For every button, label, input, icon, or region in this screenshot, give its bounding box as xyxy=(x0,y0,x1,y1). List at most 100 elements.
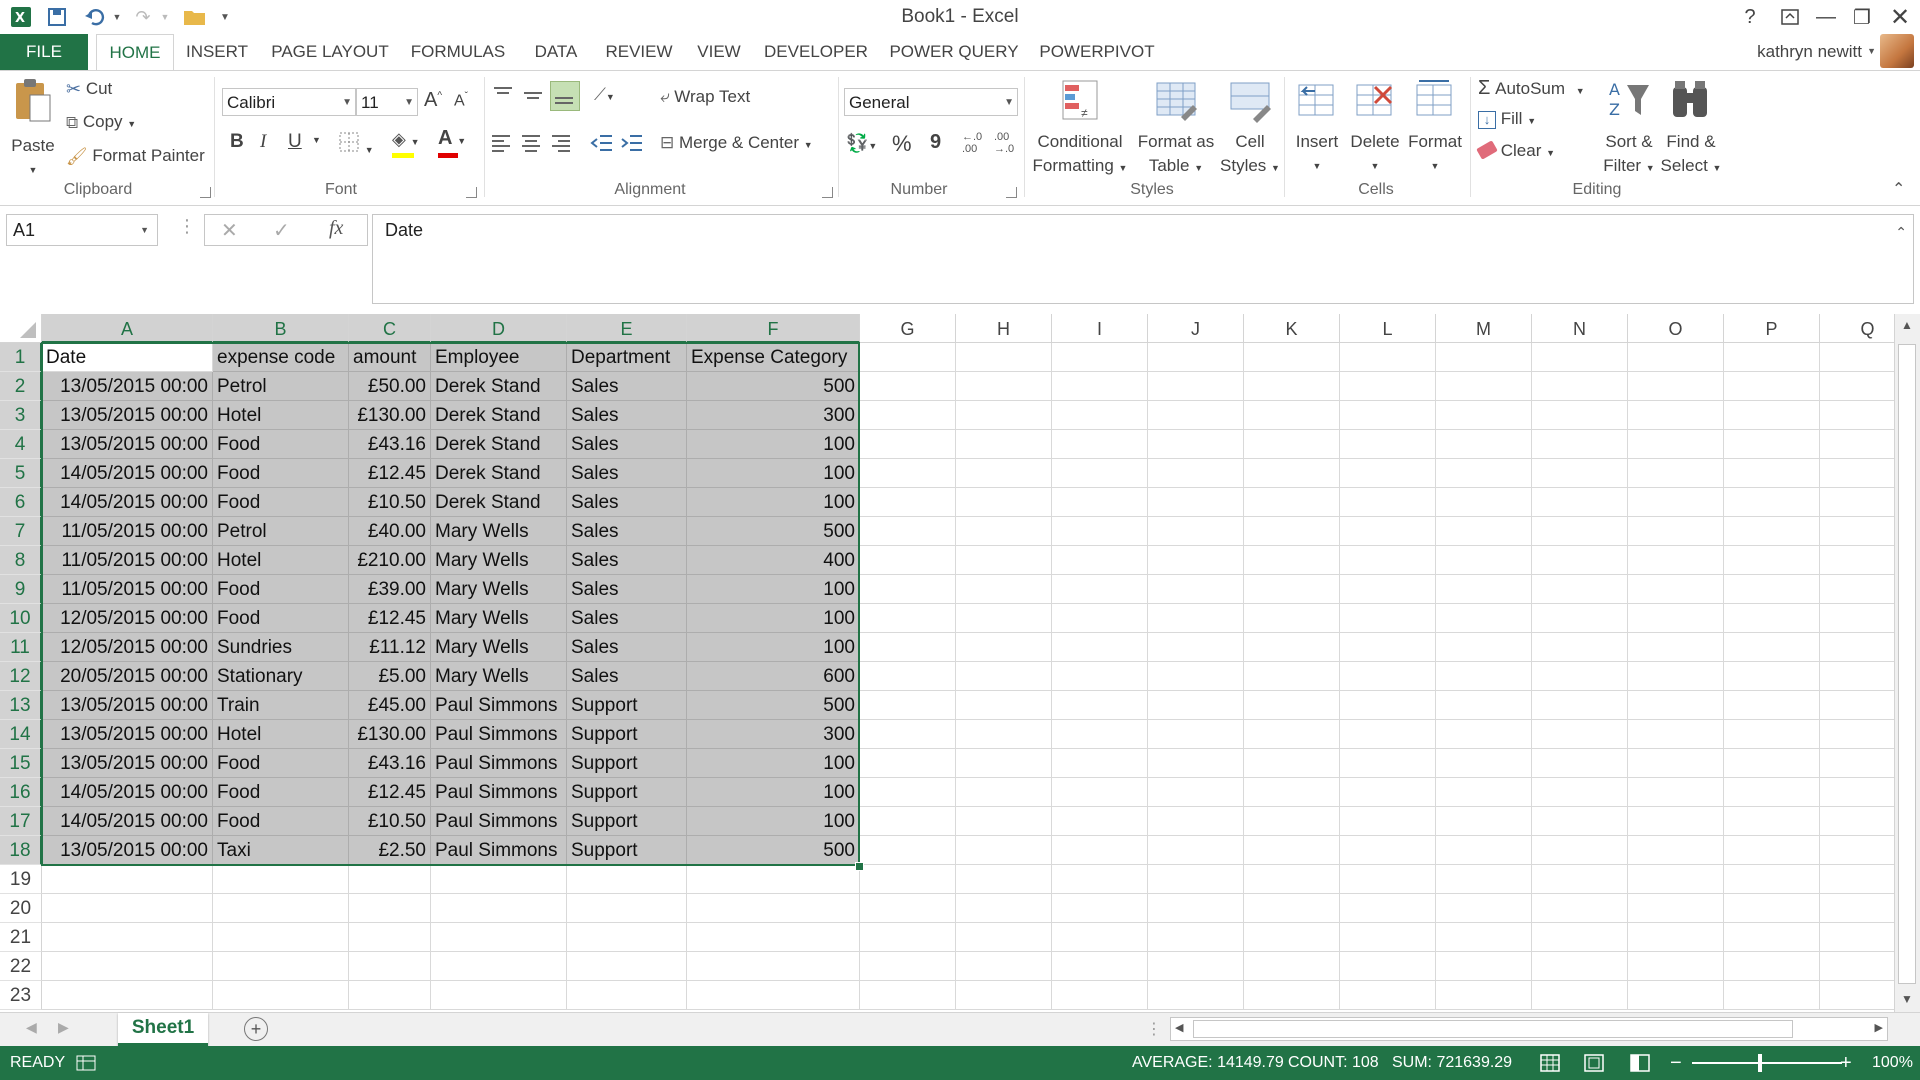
empty-cell[interactable] xyxy=(1436,343,1532,372)
table-cell[interactable]: Derek Stand xyxy=(431,372,567,401)
table-cell[interactable]: £12.45 xyxy=(349,604,431,633)
empty-cell[interactable] xyxy=(1628,633,1724,662)
empty-cell[interactable] xyxy=(431,865,567,894)
percent-button[interactable]: % xyxy=(892,131,912,157)
table-cell[interactable]: 500 xyxy=(687,836,860,865)
format-painter-button[interactable]: 🖌 Format Painter xyxy=(66,146,205,167)
table-cell[interactable]: Petrol xyxy=(213,372,349,401)
empty-cell[interactable] xyxy=(1148,430,1244,459)
empty-cell[interactable] xyxy=(431,894,567,923)
table-cell[interactable]: Sales xyxy=(567,372,687,401)
table-cell[interactable]: £43.16 xyxy=(349,749,431,778)
column-header-d[interactable]: D xyxy=(431,314,567,343)
align-center-button[interactable] xyxy=(520,133,542,158)
empty-cell[interactable] xyxy=(687,923,860,952)
empty-cell[interactable] xyxy=(1724,488,1820,517)
table-cell[interactable]: 13/05/2015 00:00 xyxy=(42,430,213,459)
grow-font-button[interactable]: A^ xyxy=(424,89,442,112)
table-cell[interactable]: Support xyxy=(567,720,687,749)
empty-cell[interactable] xyxy=(1244,343,1340,372)
empty-cell[interactable] xyxy=(860,836,956,865)
empty-cell[interactable] xyxy=(1436,488,1532,517)
empty-cell[interactable] xyxy=(1148,343,1244,372)
empty-cell[interactable] xyxy=(1532,836,1628,865)
table-cell[interactable]: 100 xyxy=(687,778,860,807)
table-cell[interactable]: Sales xyxy=(567,546,687,575)
cell-styles-button[interactable]: Cell Styles ▼ xyxy=(1218,77,1282,180)
row-header-15[interactable]: 15 xyxy=(0,749,42,778)
empty-cell[interactable] xyxy=(1148,691,1244,720)
empty-cell[interactable] xyxy=(1628,836,1724,865)
help-icon[interactable]: ? xyxy=(1732,2,1768,32)
table-cell[interactable]: Paul Simmons xyxy=(431,778,567,807)
empty-cell[interactable] xyxy=(1724,372,1820,401)
autosum-button[interactable]: Σ AutoSum ▼ xyxy=(1478,77,1585,100)
accounting-format-button[interactable]: 💱▼ xyxy=(846,133,877,154)
comma-style-button[interactable]: 9 xyxy=(930,131,941,154)
empty-cell[interactable] xyxy=(1436,633,1532,662)
empty-cell[interactable] xyxy=(1532,662,1628,691)
empty-cell[interactable] xyxy=(1820,546,1894,575)
empty-cell[interactable] xyxy=(1532,430,1628,459)
empty-cell[interactable] xyxy=(1532,633,1628,662)
empty-cell[interactable] xyxy=(1340,372,1436,401)
empty-cell[interactable] xyxy=(1148,401,1244,430)
table-cell[interactable]: Taxi xyxy=(213,836,349,865)
empty-cell[interactable] xyxy=(1724,343,1820,372)
empty-cell[interactable] xyxy=(956,575,1052,604)
empty-cell[interactable] xyxy=(1244,633,1340,662)
empty-cell[interactable] xyxy=(1436,923,1532,952)
empty-cell[interactable] xyxy=(1628,575,1724,604)
empty-cell[interactable] xyxy=(1340,488,1436,517)
empty-cell[interactable] xyxy=(567,952,687,981)
empty-cell[interactable] xyxy=(1532,488,1628,517)
empty-cell[interactable] xyxy=(42,952,213,981)
empty-cell[interactable] xyxy=(1148,662,1244,691)
formula-input[interactable]: Date ⌃ xyxy=(372,214,1914,304)
table-cell[interactable]: Mary Wells xyxy=(431,546,567,575)
empty-cell[interactable] xyxy=(1820,865,1894,894)
empty-cell[interactable] xyxy=(956,546,1052,575)
empty-cell[interactable] xyxy=(860,720,956,749)
empty-cell[interactable] xyxy=(1052,720,1148,749)
empty-cell[interactable] xyxy=(1628,981,1724,1010)
column-header-b[interactable]: B xyxy=(213,314,349,343)
empty-cell[interactable] xyxy=(1148,517,1244,546)
column-header-k[interactable]: K xyxy=(1244,314,1340,343)
empty-cell[interactable] xyxy=(431,981,567,1010)
italic-button[interactable]: I xyxy=(260,131,266,153)
column-header-a[interactable]: A xyxy=(42,314,213,343)
empty-cell[interactable] xyxy=(956,430,1052,459)
table-cell[interactable]: Train xyxy=(213,691,349,720)
column-header-h[interactable]: H xyxy=(956,314,1052,343)
column-header-m[interactable]: M xyxy=(1436,314,1532,343)
zoom-slider-thumb[interactable] xyxy=(1758,1054,1762,1072)
empty-cell[interactable] xyxy=(956,778,1052,807)
empty-cell[interactable] xyxy=(1724,807,1820,836)
empty-cell[interactable] xyxy=(1436,575,1532,604)
table-cell[interactable]: 13/05/2015 00:00 xyxy=(42,749,213,778)
empty-cell[interactable] xyxy=(349,865,431,894)
table-cell[interactable]: Sales xyxy=(567,517,687,546)
empty-cell[interactable] xyxy=(1532,691,1628,720)
empty-cell[interactable] xyxy=(349,952,431,981)
empty-cell[interactable] xyxy=(1148,981,1244,1010)
restore-icon[interactable]: ❐ xyxy=(1844,2,1880,32)
empty-cell[interactable] xyxy=(1244,749,1340,778)
empty-cell[interactable] xyxy=(1724,778,1820,807)
empty-cell[interactable] xyxy=(1532,923,1628,952)
empty-cell[interactable] xyxy=(1340,546,1436,575)
borders-button[interactable]: ▼ xyxy=(338,131,374,158)
row-header-8[interactable]: 8 xyxy=(0,546,42,575)
table-cell[interactable]: 500 xyxy=(687,372,860,401)
empty-cell[interactable] xyxy=(1436,720,1532,749)
empty-cell[interactable] xyxy=(956,952,1052,981)
empty-cell[interactable] xyxy=(1052,401,1148,430)
merge-center-button[interactable]: ⊟ Merge & Center ▼ xyxy=(660,133,813,153)
tab-formulas[interactable]: FORMULAS xyxy=(408,34,508,70)
empty-cell[interactable] xyxy=(1820,401,1894,430)
empty-cell[interactable] xyxy=(1244,401,1340,430)
empty-cell[interactable] xyxy=(956,807,1052,836)
row-header-12[interactable]: 12 xyxy=(0,662,42,691)
empty-cell[interactable] xyxy=(1148,372,1244,401)
